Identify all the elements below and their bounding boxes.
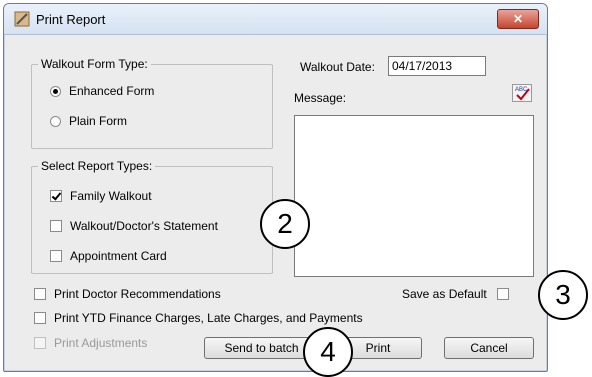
- checkbox-disabled: [34, 337, 46, 349]
- callout-4: 4: [303, 327, 353, 377]
- report-app-icon: [14, 11, 30, 27]
- message-label: Message:: [294, 91, 347, 105]
- checkbox[interactable]: [34, 312, 46, 324]
- checkbox-label: Save as Default: [402, 287, 487, 301]
- send-to-batch-button[interactable]: Send to batch: [204, 337, 319, 359]
- cancel-button[interactable]: Cancel: [444, 337, 534, 359]
- callout-2: 2: [260, 199, 310, 249]
- radio-button-selected[interactable]: [50, 85, 61, 97]
- title-bar: Print Report ✕: [4, 4, 547, 35]
- checkbox-save-as-default[interactable]: Save as Default: [402, 287, 517, 301]
- walkout-form-type-group: Walkout Form Type:: [31, 57, 273, 149]
- checkbox-checked[interactable]: [50, 190, 62, 202]
- checkbox-print-ytd[interactable]: Print YTD Finance Charges, Late Charges,…: [34, 311, 363, 325]
- spellcheck-icon[interactable]: ABC: [512, 84, 532, 102]
- window-title: Print Report: [36, 12, 106, 27]
- radio-label: Plain Form: [69, 114, 128, 128]
- radio-plain-form[interactable]: Plain Form: [50, 114, 127, 128]
- walkout-form-type-legend: Walkout Form Type:: [38, 57, 151, 71]
- checkbox-label: Print YTD Finance Charges, Late Charges,…: [54, 311, 363, 325]
- checkbox[interactable]: [50, 250, 62, 262]
- checkbox-label: Family Walkout: [70, 189, 152, 203]
- walkout-date-input[interactable]: [388, 56, 486, 76]
- report-types-legend: Select Report Types:: [38, 159, 156, 173]
- checkbox-appointment-card[interactable]: Appointment Card: [50, 249, 167, 263]
- checkbox-walkout-doctor-statement[interactable]: Walkout/Doctor's Statement: [50, 219, 218, 233]
- checkbox[interactable]: [34, 288, 46, 300]
- checkbox-print-adjustments: Print Adjustments: [34, 336, 147, 350]
- checkbox-label: Print Doctor Recommendations: [54, 287, 221, 301]
- callout-3: 3: [538, 270, 588, 320]
- checkbox[interactable]: [496, 288, 509, 300]
- checkbox-label: Walkout/Doctor's Statement: [70, 219, 218, 233]
- radio-label: Enhanced Form: [69, 84, 155, 98]
- checkbox-family-walkout[interactable]: Family Walkout: [50, 189, 152, 203]
- close-button[interactable]: ✕: [497, 9, 539, 29]
- checkbox-label: Print Adjustments: [54, 336, 148, 350]
- message-textarea[interactable]: [294, 115, 534, 277]
- walkout-date-label: Walkout Date:: [300, 60, 375, 74]
- checkbox-label: Appointment Card: [70, 249, 167, 263]
- checkbox[interactable]: [50, 220, 62, 232]
- radio-enhanced-form[interactable]: Enhanced Form: [50, 84, 154, 98]
- close-icon: ✕: [512, 12, 524, 26]
- radio-button[interactable]: [50, 115, 61, 127]
- print-report-dialog: Print Report ✕ Walkout Form Type: Enhanc…: [3, 3, 548, 372]
- checkbox-print-doctor-recommendations[interactable]: Print Doctor Recommendations: [34, 287, 221, 301]
